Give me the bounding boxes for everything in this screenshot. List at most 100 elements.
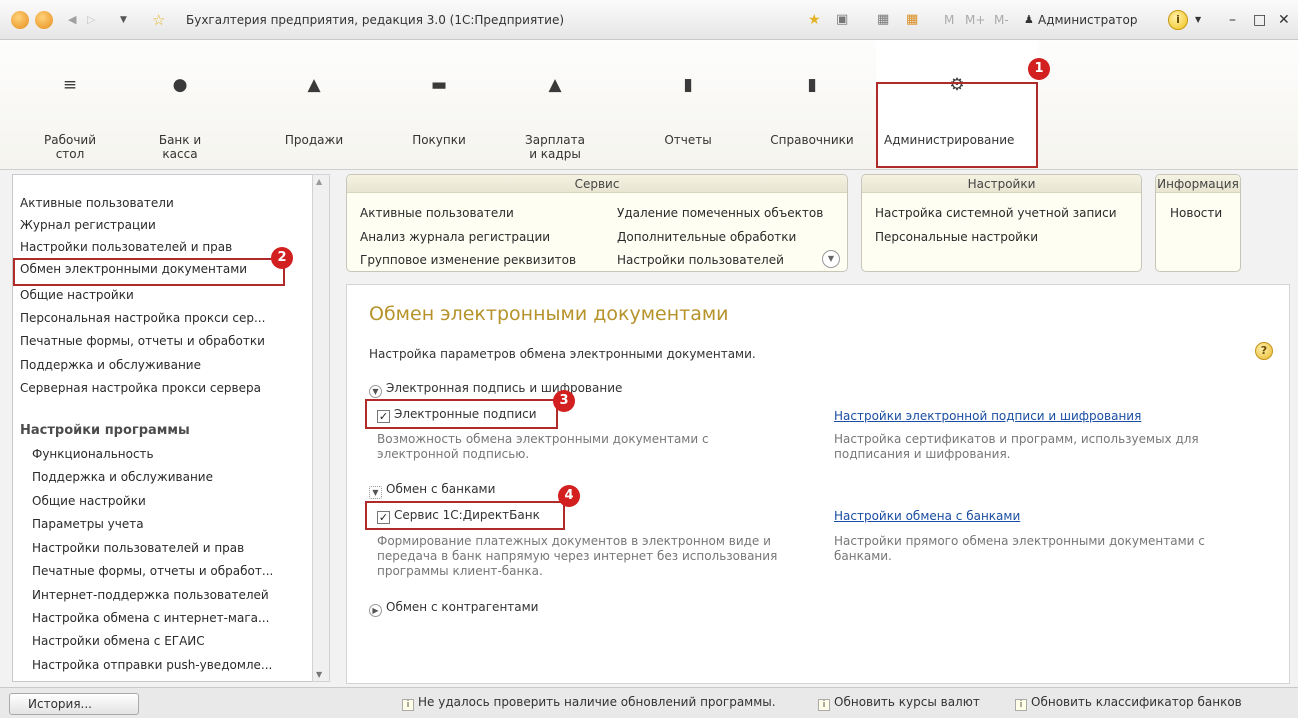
sidebar-item-proxy-server[interactable]: Серверная настройка прокси сервера	[20, 379, 261, 397]
sidebar-item-print-forms[interactable]: Печатные формы, отчеты и обработки	[20, 332, 265, 350]
section-reports[interactable]: ▮ Отчеты	[658, 40, 718, 168]
panel-link[interactable]: Персональные настройки	[875, 228, 1038, 246]
banks-group-title: Обмен с банками	[386, 482, 496, 496]
panel-service-title: Сервис	[347, 175, 847, 193]
banks-group[interactable]: ▼ Обмен с банками	[369, 482, 495, 499]
menu-dropdown-icon[interactable]	[35, 11, 53, 29]
memory-m-button[interactable]: M	[944, 0, 954, 40]
panel-link[interactable]: Активные пользователи	[360, 204, 514, 222]
panel-link[interactable]: Удаление помеченных объектов	[617, 204, 823, 222]
panel-link[interactable]: Групповое изменение реквизитов	[360, 251, 576, 269]
update-check-message[interactable]: i Не удалось проверить наличие обновлений…	[402, 695, 776, 711]
sidebar: Активные пользователи Журнал регистрации…	[12, 174, 317, 682]
settings-dropdown-icon[interactable]: ▼	[1195, 0, 1201, 40]
signature-group[interactable]: ▼ Электронная подпись и шифрование	[369, 381, 622, 398]
panel-link[interactable]: Настройки пользователей	[617, 251, 784, 269]
badge-4: 4	[558, 485, 580, 507]
user-name[interactable]: Администратор	[1038, 0, 1138, 40]
sidebar-group-item[interactable]: Настройки обмена с ЕГАИС	[32, 632, 205, 650]
sidebar-item-support[interactable]: Поддержка и обслуживание	[20, 356, 201, 374]
info-square-icon: i	[818, 699, 830, 711]
section-label: Зарплата и кадры	[525, 133, 585, 161]
panel-info: Информация Новости	[1155, 174, 1241, 272]
section-label: Отчеты	[664, 133, 712, 147]
sidebar-group-item[interactable]: Печатные формы, отчеты и обработ...	[32, 562, 300, 580]
section-salary[interactable]: ▲ Зарплата и кадры	[522, 40, 588, 168]
memory-m-minus-button[interactable]: M-	[994, 0, 1009, 40]
sidebar-scrollbar[interactable]: ▲ ▼	[312, 174, 330, 682]
update-rates-link[interactable]: i Обновить курсы валют	[818, 695, 980, 711]
page-title: Обмен электронными документами	[369, 303, 729, 325]
sidebar-item-active-users[interactable]: Активные пользователи	[20, 194, 174, 212]
collapse-icon[interactable]: ▼	[369, 385, 382, 398]
panel-service: Сервис Активные пользователи Анализ журн…	[346, 174, 848, 272]
update-banks-link[interactable]: i Обновить классификатор банков	[1015, 695, 1242, 711]
section-label: Покупки	[412, 133, 466, 147]
user-icon: ♟	[1024, 13, 1034, 26]
section-purchases[interactable]: ▬ Покупки	[405, 40, 473, 168]
panel-link[interactable]: Дополнительные обработки	[617, 228, 796, 246]
sidebar-group-item[interactable]: Настройки пользователей и прав	[32, 539, 244, 557]
favorite-star-icon[interactable]: ☆	[152, 0, 165, 40]
close-icon[interactable]: ✕	[1278, 0, 1290, 40]
scroll-down-icon[interactable]: ▼	[316, 670, 322, 679]
contractors-group[interactable]: ▶ Обмен с контрагентами	[369, 600, 538, 617]
bank-icon: ●	[172, 75, 188, 95]
panel-link[interactable]: Анализ журнала регистрации	[360, 228, 550, 246]
person-icon: ▲	[548, 75, 562, 95]
sidebar-item-user-settings[interactable]: Настройки пользователей и прав	[20, 238, 232, 256]
expand-more-icon[interactable]: ▼	[822, 250, 840, 268]
history-button[interactable]: История...	[9, 693, 139, 715]
sales-icon: ▲	[307, 75, 321, 95]
window-title: Бухгалтерия предприятия, редакция 3.0 (1…	[186, 13, 565, 27]
minimize-icon[interactable]: –	[1229, 0, 1236, 40]
sidebar-group-title: Настройки программы	[20, 423, 190, 438]
forward-arrow-icon[interactable]: ▷	[87, 0, 95, 40]
calculator-icon[interactable]: ▦	[877, 0, 889, 40]
sidebar-group-item[interactable]: Параметры учета	[32, 515, 144, 533]
sidebar-item-proxy-personal[interactable]: Персональная настройка прокси сер...	[20, 309, 298, 327]
panel-link[interactable]: Настройка системной учетной записи	[875, 204, 1117, 222]
sidebar-group-item[interactable]: Настройка отправки push-уведомле...	[32, 656, 300, 674]
scroll-up-icon[interactable]: ▲	[316, 177, 322, 186]
calendar-icon[interactable]: ▦	[906, 0, 918, 40]
sidebar-item-general-settings[interactable]: Общие настройки	[20, 286, 134, 304]
panel-link[interactable]: Новости	[1170, 204, 1222, 222]
history-icon[interactable]: ▣	[836, 0, 848, 40]
maximize-icon[interactable]: □	[1253, 0, 1266, 40]
bank-settings-link[interactable]: Настройки обмена с банками	[834, 509, 1020, 523]
expand-icon[interactable]: ▶	[369, 604, 382, 617]
sidebar-group-item[interactable]: Интернет-поддержка пользователей	[32, 586, 269, 604]
sidebar-group-item[interactable]: Функциональность	[32, 445, 154, 463]
signature-description: Возможность обмена электронными документ…	[377, 432, 709, 461]
panel-settings-title: Настройки	[862, 175, 1141, 193]
contractors-group-title: Обмен с контрагентами	[386, 600, 539, 614]
section-label: Справочники	[770, 133, 854, 147]
section-bank[interactable]: ● Банк и касса	[150, 40, 210, 168]
favorites-icon[interactable]: ★	[808, 0, 821, 40]
help-icon[interactable]: ?	[1255, 342, 1273, 360]
1c-logo-icon[interactable]	[11, 11, 29, 29]
sidebar-group-item[interactable]: Поддержка и обслуживание	[32, 468, 213, 486]
signature-settings-link[interactable]: Настройки электронной подписи и шифрован…	[834, 409, 1141, 423]
memory-m-plus-button[interactable]: M+	[965, 0, 985, 40]
books-icon: ▮	[807, 75, 817, 95]
info-icon[interactable]: i	[1168, 10, 1188, 30]
nav-dropdown-icon[interactable]: ▼	[120, 0, 127, 40]
sidebar-group-item[interactable]: Настройка обмена с интернет-мага...	[32, 609, 300, 627]
section-label: Продажи	[284, 133, 344, 147]
sidebar-item-event-log[interactable]: Журнал регистрации	[20, 216, 156, 234]
signature-link-description: Настройка сертификатов и программ, испол…	[834, 432, 1199, 461]
status-bar: История... i Не удалось проверить наличие…	[0, 687, 1298, 718]
section-sales[interactable]: ▲ Продажи	[283, 40, 345, 168]
collapse-icon[interactable]: ▼	[369, 486, 382, 499]
highlight-administration	[876, 82, 1038, 168]
page-subtitle: Настройка параметров обмена электронными…	[369, 347, 756, 361]
bank-link-description: Настройки прямого обмена электронными до…	[834, 534, 1205, 563]
info-square-icon: i	[1015, 699, 1027, 711]
section-references[interactable]: ▮ Справочники	[762, 40, 862, 168]
sidebar-group-item[interactable]: Общие настройки	[32, 492, 146, 510]
section-desktop[interactable]: ≡ Рабочий стол	[40, 40, 100, 168]
back-arrow-icon[interactable]: ◀	[68, 0, 76, 40]
info-square-icon: i	[402, 699, 414, 711]
